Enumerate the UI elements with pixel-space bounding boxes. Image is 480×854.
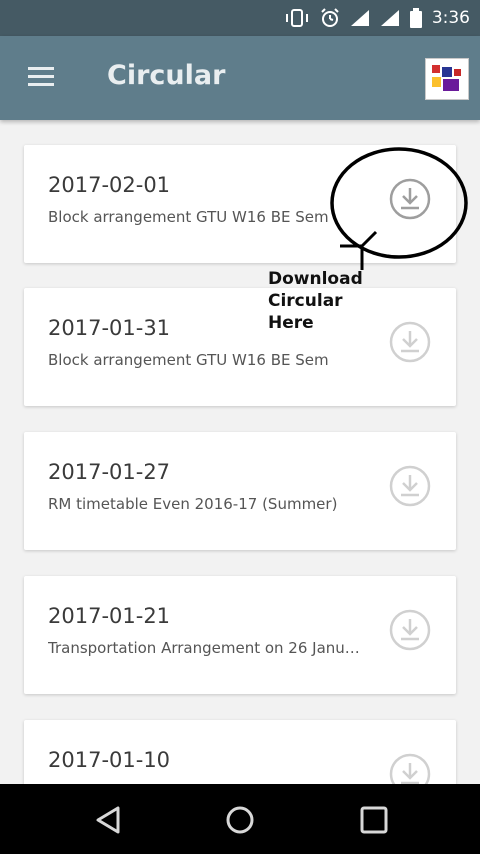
nav-bar: [0, 784, 480, 854]
circular-date: 2017-01-27: [48, 460, 171, 484]
circular-date: 2017-01-31: [48, 316, 171, 340]
circular-list: 2017-02-01 Block arrangement GTU W16 BE …: [0, 120, 480, 784]
download-icon: [389, 321, 431, 363]
circular-title: Block arrangement GTU W16 BE Sem: [48, 351, 329, 369]
annotation-line: Here: [268, 313, 314, 333]
download-icon: [389, 753, 431, 784]
circular-title: RM timetable Even 2016-17 (Summer): [48, 495, 338, 513]
circular-card[interactable]: 2017-01-21 Transportation Arrangement on…: [24, 576, 456, 694]
battery-icon: [409, 8, 422, 28]
download-button[interactable]: [388, 320, 432, 364]
annotation-label: Download Circular Here: [268, 268, 363, 334]
download-icon: [389, 178, 431, 220]
signal-icon: [380, 10, 399, 26]
alarm-icon: [321, 8, 339, 27]
download-button[interactable]: [388, 608, 432, 652]
status-bar: 3:36: [0, 0, 480, 36]
circular-card[interactable]: 2017-01-27 RM timetable Even 2016-17 (Su…: [24, 432, 456, 550]
back-button[interactable]: [90, 804, 130, 836]
signal-icon: [350, 10, 369, 26]
circular-date: 2017-01-10: [48, 748, 171, 772]
home-button[interactable]: [220, 804, 260, 836]
annotation-line: Download: [268, 269, 363, 289]
circular-date: 2017-01-21: [48, 604, 171, 628]
download-button[interactable]: [388, 177, 432, 221]
page-title: Circular: [107, 60, 226, 91]
status-time: 3:36: [431, 8, 470, 28]
circular-card[interactable]: 2017-01-10: [24, 720, 456, 784]
circular-date: 2017-02-01: [48, 173, 171, 197]
circular-card[interactable]: 2017-02-01 Block arrangement GTU W16 BE …: [24, 145, 456, 263]
home-icon: [226, 806, 254, 834]
app-bar: Circular: [0, 36, 480, 120]
recents-button[interactable]: [354, 804, 394, 836]
download-icon: [389, 609, 431, 651]
app-logo-icon[interactable]: [425, 58, 469, 100]
circular-title: Block arrangement GTU W16 BE Sem: [48, 208, 329, 226]
circular-card[interactable]: 2017-01-31 Block arrangement GTU W16 BE …: [24, 288, 456, 406]
download-button[interactable]: [388, 464, 432, 508]
hamburger-menu-icon[interactable]: [26, 64, 58, 90]
back-icon: [96, 806, 120, 834]
download-button[interactable]: [388, 752, 432, 784]
recents-icon: [360, 806, 388, 834]
status-icons: 3:36: [284, 7, 470, 29]
annotation-line: Circular: [268, 291, 343, 311]
circular-title: Transportation Arrangement on 26 January: [48, 639, 360, 657]
vibrate-icon: [285, 9, 308, 27]
download-icon: [389, 465, 431, 507]
